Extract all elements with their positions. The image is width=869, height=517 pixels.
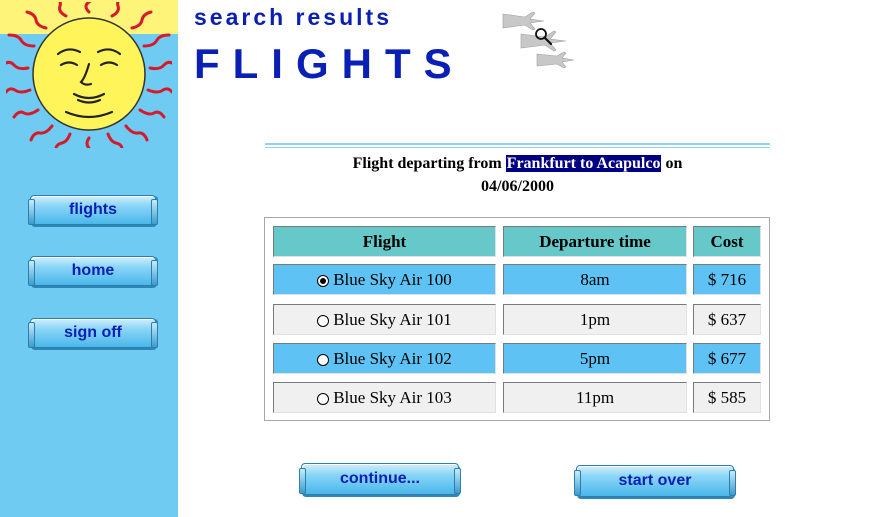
departure-time-1: 8am <box>503 264 687 295</box>
sidebar: flights home sign off <box>0 0 178 517</box>
flight-name-3: Blue Sky Air 102 <box>333 348 452 368</box>
section-divider <box>265 143 770 148</box>
flights-table: Flight Departure time Cost Blue Sky Air … <box>264 217 770 421</box>
departure-date: 04/06/2000 <box>481 178 554 195</box>
cost-2: $ 637 <box>693 304 761 335</box>
column-header-flight: Flight <box>273 226 496 257</box>
page-title: FLIGHTS <box>194 40 465 87</box>
cost-4: $ 585 <box>693 382 761 413</box>
nav-home-button[interactable]: home <box>28 256 158 286</box>
start-over-button[interactable]: start over <box>574 465 736 497</box>
airplanes-magnifier-icon <box>502 11 575 68</box>
cost-3: $ 677 <box>693 343 761 374</box>
route-highlight: Frankfurt to Acapulco <box>505 155 662 172</box>
flight-name-4: Blue Sky Air 103 <box>333 387 452 407</box>
cost-1: $ 716 <box>693 264 761 295</box>
column-header-cost: Cost <box>693 226 761 257</box>
departure-time-4: 11pm <box>503 382 687 413</box>
summary-prefix: Flight departing from <box>352 155 502 172</box>
departure-time-3: 5pm <box>503 343 687 374</box>
flight-radio-4[interactable] <box>317 392 330 405</box>
column-header-departure-time: Departure time <box>503 226 687 257</box>
flight-option-3[interactable]: Blue Sky Air 102 <box>273 343 496 374</box>
page-subtitle: search results <box>194 4 392 30</box>
sun-face-logo-icon <box>6 2 172 148</box>
flight-name-2: Blue Sky Air 101 <box>333 309 452 329</box>
flight-option-1[interactable]: Blue Sky Air 100 <box>273 264 496 295</box>
route-summary: Flight departing from Frankfurt to Acapu… <box>265 155 770 173</box>
flight-radio-3[interactable] <box>317 353 330 366</box>
flight-option-4[interactable]: Blue Sky Air 103 <box>273 382 496 413</box>
nav-flights-button[interactable]: flights <box>28 195 158 225</box>
flight-radio-1[interactable] <box>317 274 330 287</box>
flight-name-1: Blue Sky Air 100 <box>333 269 452 289</box>
continue-button[interactable]: continue... <box>299 463 461 495</box>
nav-sign-off-button[interactable]: sign off <box>28 318 158 348</box>
summary-suffix: on <box>665 155 683 172</box>
flight-radio-2[interactable] <box>317 314 330 327</box>
departure-time-2: 1pm <box>503 304 687 335</box>
flight-option-2[interactable]: Blue Sky Air 101 <box>273 304 496 335</box>
